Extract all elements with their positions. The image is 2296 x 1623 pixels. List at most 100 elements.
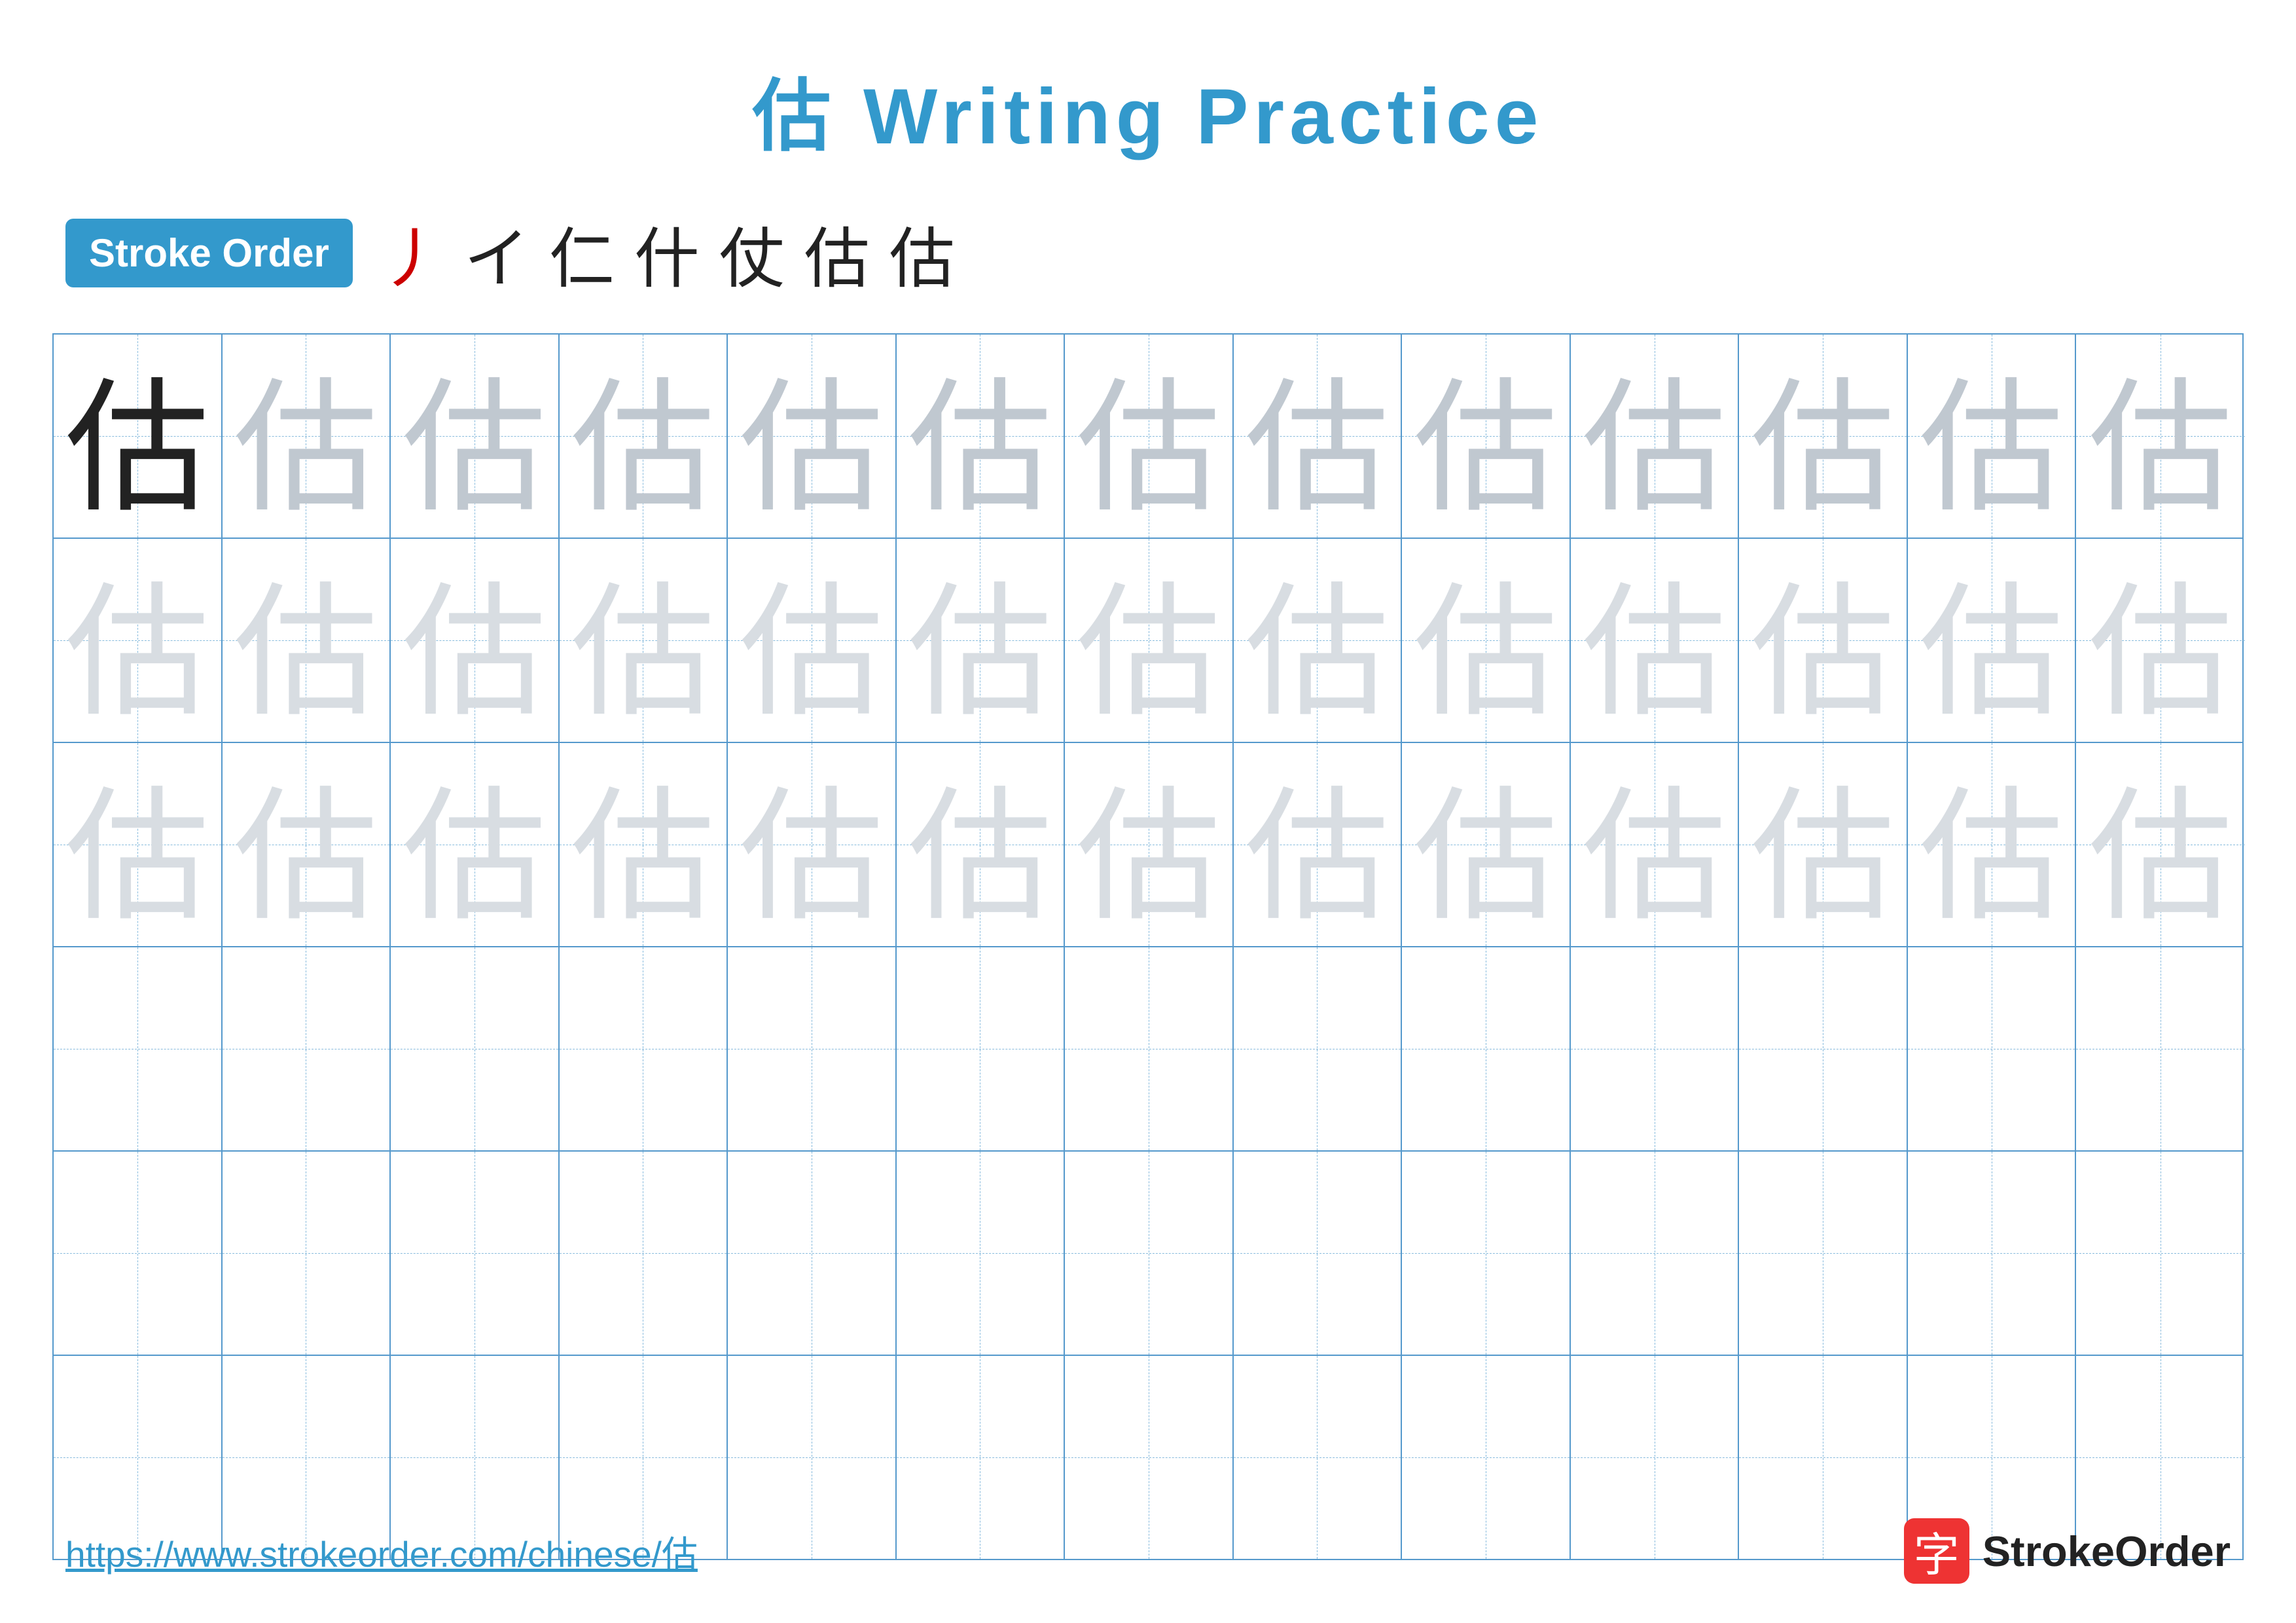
grid-cell[interactable]: 估 (2076, 539, 2245, 742)
grid-cell[interactable]: 估 (728, 743, 897, 946)
practice-char: 估 (403, 740, 547, 949)
practice-char: 估 (1414, 740, 1558, 949)
practice-char: 估 (908, 332, 1052, 540)
grid-cell[interactable]: 估 (1739, 743, 1908, 946)
grid-cell[interactable]: 估 (1571, 539, 1740, 742)
grid-cell[interactable] (1234, 1152, 1403, 1355)
practice-char: 估 (571, 332, 715, 540)
practice-char: 估 (1920, 332, 2064, 540)
grid-cell[interactable]: 估 (54, 743, 223, 946)
grid-cell[interactable] (1739, 947, 1908, 1150)
practice-char: 估 (65, 740, 209, 949)
grid-cell[interactable]: 估 (897, 335, 1066, 538)
grid-cell[interactable]: 估 (1234, 539, 1403, 742)
grid-cell[interactable] (2076, 1152, 2245, 1355)
grid-cell[interactable]: 估 (1065, 335, 1234, 538)
grid-row-5 (54, 1152, 2242, 1356)
grid-cell[interactable] (897, 1152, 1066, 1355)
grid-cell[interactable]: 估 (1065, 539, 1234, 742)
practice-char: 估 (234, 332, 378, 540)
practice-char: 估 (234, 740, 378, 949)
practice-char: 估 (2089, 740, 2233, 949)
grid-cell[interactable] (1402, 947, 1571, 1150)
grid-cell[interactable]: 估 (1908, 335, 2077, 538)
grid-cell[interactable] (560, 1152, 728, 1355)
grid-cell[interactable]: 估 (728, 335, 897, 538)
grid-cell[interactable]: 估 (391, 335, 560, 538)
grid-cell[interactable]: 估 (391, 539, 560, 742)
grid-cell[interactable]: 估 (560, 743, 728, 946)
grid-row-2: 估 估 估 估 估 估 估 估 估 估 估 估 估 (54, 539, 2242, 743)
grid-cell[interactable]: 估 (223, 335, 391, 538)
grid-cell[interactable]: 估 (560, 335, 728, 538)
grid-cell[interactable] (728, 947, 897, 1150)
stroke-4: 什 (634, 206, 700, 301)
practice-char: 估 (908, 740, 1052, 949)
stroke-3: 仁 (549, 206, 615, 301)
grid-cell[interactable] (391, 1152, 560, 1355)
practice-char: 估 (234, 536, 378, 744)
page-title: 估 Writing Practice (0, 0, 2296, 166)
grid-cell[interactable]: 估 (1234, 335, 1403, 538)
grid-cell[interactable] (897, 947, 1066, 1150)
grid-cell[interactable]: 估 (1234, 743, 1403, 946)
grid-cell[interactable]: 估 (1739, 539, 1908, 742)
grid-cell[interactable] (1065, 947, 1234, 1150)
practice-char: 估 (908, 536, 1052, 744)
grid-cell[interactable]: 估 (1571, 743, 1740, 946)
grid-cell[interactable] (728, 1152, 897, 1355)
grid-cell[interactable] (1908, 947, 2077, 1150)
footer-logo: 字 StrokeOrder (1904, 1518, 2231, 1584)
grid-cell[interactable]: 估 (1402, 335, 1571, 538)
grid-cell[interactable]: 估 (1908, 743, 2077, 946)
grid-cell[interactable] (223, 1152, 391, 1355)
footer: https://www.strokeorder.com/chinese/估 字 … (0, 1518, 2296, 1584)
grid-cell[interactable]: 估 (2076, 743, 2245, 946)
grid-cell[interactable]: 估 (728, 539, 897, 742)
practice-char: 估 (1751, 536, 1895, 744)
grid-cell[interactable] (2076, 947, 2245, 1150)
grid-cell[interactable]: 估 (1402, 743, 1571, 946)
grid-cell[interactable] (1065, 1152, 1234, 1355)
grid-cell[interactable]: 估 (223, 539, 391, 742)
grid-cell[interactable]: 估 (223, 743, 391, 946)
grid-cell[interactable]: 估 (1402, 539, 1571, 742)
grid-cell[interactable] (1908, 1152, 2077, 1355)
practice-char: 估 (2089, 536, 2233, 744)
practice-char: 估 (1077, 332, 1221, 540)
grid-cell[interactable] (54, 947, 223, 1150)
strokeorder-logo-icon: 字 (1904, 1518, 1969, 1584)
grid-cell[interactable]: 估 (2076, 335, 2245, 538)
grid-cell[interactable]: 估 (1739, 335, 1908, 538)
stroke-order-row: Stroke Order 丿 イ 仁 什 仗 估 估 (0, 166, 2296, 320)
grid-cell[interactable]: 估 (1571, 335, 1740, 538)
practice-char: 估 (740, 536, 884, 744)
grid-cell[interactable] (1739, 1152, 1908, 1355)
grid-cell[interactable]: 估 (54, 539, 223, 742)
practice-char: 估 (571, 536, 715, 744)
practice-char: 估 (571, 740, 715, 949)
grid-cell[interactable]: 估 (1908, 539, 2077, 742)
footer-logo-text: StrokeOrder (1982, 1527, 2231, 1576)
grid-cell[interactable] (54, 1152, 223, 1355)
grid-cell[interactable]: 估 (1065, 743, 1234, 946)
stroke-order-badge: Stroke Order (65, 219, 353, 287)
grid-cell[interactable]: 估 (54, 335, 223, 538)
practice-char: 估 (1245, 740, 1389, 949)
grid-cell[interactable] (223, 947, 391, 1150)
grid-cell[interactable] (1402, 1152, 1571, 1355)
grid-cell[interactable] (391, 947, 560, 1150)
grid-cell[interactable] (1234, 947, 1403, 1150)
grid-cell[interactable]: 估 (897, 743, 1066, 946)
grid-cell[interactable]: 估 (560, 539, 728, 742)
grid-cell[interactable]: 估 (391, 743, 560, 946)
practice-char: 估 (740, 740, 884, 949)
footer-url-link[interactable]: https://www.strokeorder.com/chinese/估 (65, 1525, 698, 1577)
practice-char: 估 (1920, 740, 2064, 949)
grid-cell[interactable] (1571, 1152, 1740, 1355)
practice-char: 估 (65, 332, 209, 540)
grid-cell[interactable]: 估 (897, 539, 1066, 742)
practice-char: 估 (1583, 536, 1727, 744)
grid-cell[interactable] (1571, 947, 1740, 1150)
grid-cell[interactable] (560, 947, 728, 1150)
